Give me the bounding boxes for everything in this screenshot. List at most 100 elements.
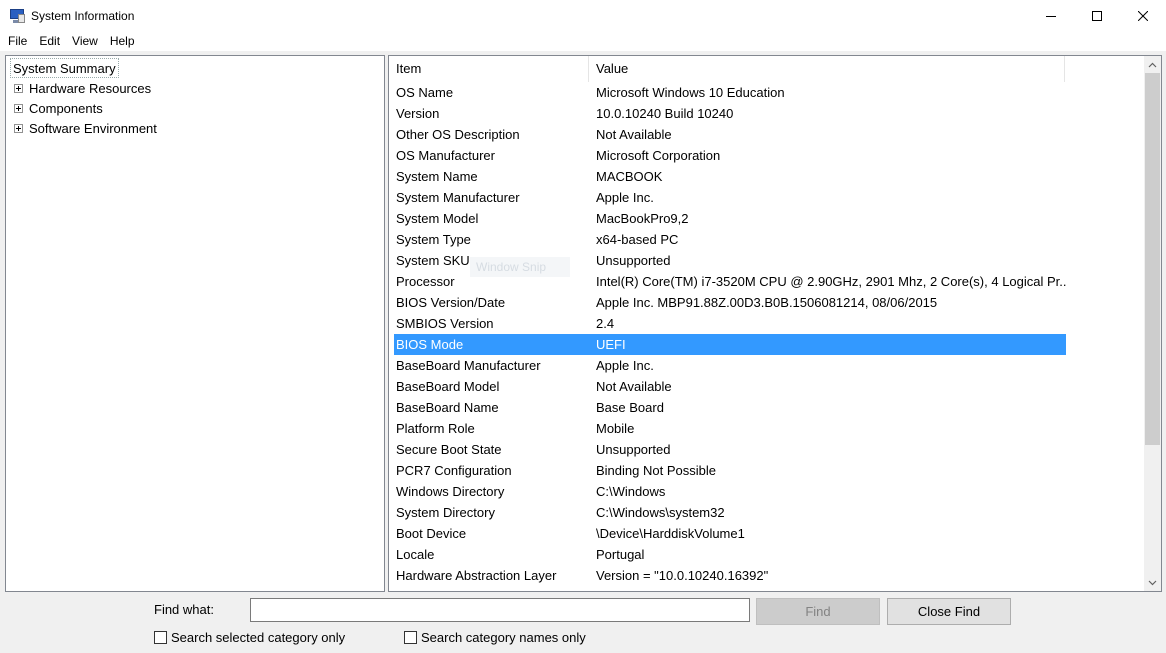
- table-row[interactable]: System Manufacturer Apple Inc.: [394, 187, 1066, 208]
- maximize-icon: [1092, 10, 1102, 21]
- close-icon: [1138, 10, 1148, 21]
- table-row[interactable]: System Model MacBookPro9,2: [394, 208, 1066, 229]
- category-tree: System Summary Hardware Resources Compon…: [5, 55, 385, 592]
- table-row[interactable]: Secure Boot State Unsupported: [394, 439, 1066, 460]
- row-value-cell: Binding Not Possible: [596, 463, 716, 478]
- minimize-button[interactable]: [1028, 0, 1074, 31]
- details-list: Item Value OS Name Microsoft Windows 10 E…: [388, 55, 1162, 592]
- menu-file[interactable]: File: [2, 31, 33, 51]
- table-row[interactable]: System Type x64-based PC: [394, 229, 1066, 250]
- tree-item-label: Components: [29, 100, 103, 116]
- row-item-cell: Hardware Abstraction Layer: [396, 568, 557, 583]
- row-value-cell: \Device\HarddiskVolume1: [596, 526, 745, 541]
- title-bar: System Information: [0, 0, 1166, 31]
- row-value-cell: Portugal: [596, 547, 645, 562]
- row-item-cell: BaseBoard Manufacturer: [396, 358, 541, 373]
- row-item-cell: Boot Device: [396, 526, 467, 541]
- table-row[interactable]: BIOS Mode UEFI: [394, 334, 1066, 355]
- chevron-down-icon: [1148, 580, 1157, 585]
- row-value-cell: Microsoft Corporation: [596, 148, 721, 163]
- row-value-cell: Microsoft Windows 10 Education: [596, 85, 785, 100]
- table-row[interactable]: Windows Directory C:\Windows: [394, 481, 1066, 502]
- expand-icon[interactable]: [14, 103, 23, 113]
- tree-item-label: System Summary: [13, 60, 116, 76]
- table-row[interactable]: BaseBoard Model Not Available: [394, 376, 1066, 397]
- scroll-thumb[interactable]: [1145, 73, 1160, 445]
- table-row[interactable]: BIOS Version/Date Apple Inc. MBP91.88Z.00…: [394, 292, 1066, 313]
- search-selected-category-checkbox[interactable]: Search selected category only: [154, 630, 345, 645]
- row-item-cell: System Manufacturer: [396, 190, 520, 205]
- find-what-input[interactable]: [250, 598, 750, 622]
- row-value-cell: 2.4: [596, 316, 615, 331]
- table-row[interactable]: BaseBoard Name Base Board: [394, 397, 1066, 418]
- row-item-cell: System Directory: [396, 505, 495, 520]
- row-value-cell: Mobile: [596, 421, 635, 436]
- window-controls: [1028, 0, 1166, 31]
- row-value-cell: Intel(R) Core(TM) i7-3520M CPU @ 2.90GHz…: [596, 274, 1066, 289]
- row-value-cell: Version = "10.0.10240.16392": [596, 568, 769, 583]
- table-row[interactable]: System Name MACBOOK: [394, 166, 1066, 187]
- find-button[interactable]: Find: [756, 598, 880, 625]
- row-item-cell: Secure Boot State: [396, 442, 502, 457]
- maximize-button[interactable]: [1074, 0, 1120, 31]
- row-item-cell: System Model: [396, 211, 479, 226]
- table-row[interactable]: PCR7 Configuration Binding Not Possible: [394, 460, 1066, 481]
- scroll-down-button[interactable]: [1144, 574, 1161, 591]
- row-value-cell: C:\Windows\system32: [596, 505, 725, 520]
- list-rows: OS Name Microsoft Windows 10 Education Ver…: [394, 82, 1066, 586]
- column-header-value[interactable]: Value: [589, 56, 1065, 82]
- table-row[interactable]: Other OS Description Not Available: [394, 124, 1066, 145]
- row-item-cell: Windows Directory: [396, 484, 505, 499]
- tree-item-system-summary[interactable]: System Summary: [10, 58, 119, 78]
- row-value-cell: Unsupported: [596, 442, 671, 457]
- row-value-cell: Unsupported: [596, 253, 671, 268]
- menu-bar: File Edit View Help: [0, 31, 1166, 51]
- row-item-cell: SMBIOS Version: [396, 316, 494, 331]
- row-value-cell: Apple Inc.: [596, 190, 654, 205]
- row-item-cell: System Name: [396, 169, 478, 184]
- find-bar: Find what: Find Close Find Search select…: [0, 592, 1166, 653]
- row-item-cell: BIOS Mode: [396, 337, 464, 352]
- checkbox-box[interactable]: [154, 631, 167, 644]
- table-row[interactable]: System Directory C:\Windows\system32: [394, 502, 1066, 523]
- tree-item-components[interactable]: Components: [14, 98, 103, 118]
- checkbox-label: Search category names only: [421, 630, 586, 645]
- table-row[interactable]: Locale Portugal: [394, 544, 1066, 565]
- table-row[interactable]: Boot Device \Device\HarddiskVolume1: [394, 523, 1066, 544]
- close-find-button[interactable]: Close Find: [887, 598, 1011, 625]
- row-item-cell: Version: [396, 106, 440, 121]
- table-row[interactable]: BaseBoard Manufacturer Apple Inc.: [394, 355, 1066, 376]
- column-header-item[interactable]: Item: [389, 56, 589, 82]
- chevron-up-icon: [1148, 62, 1157, 67]
- tree-item-hardware-resources[interactable]: Hardware Resources: [14, 78, 151, 98]
- table-row[interactable]: OS Manufacturer Microsoft Corporation: [394, 145, 1066, 166]
- row-item-cell: Locale: [396, 547, 435, 562]
- table-row[interactable]: SMBIOS Version 2.4: [394, 313, 1066, 334]
- table-row[interactable]: Hardware Abstraction Layer Version = "10.…: [394, 565, 1066, 586]
- menu-view[interactable]: View: [66, 31, 104, 51]
- expand-icon[interactable]: [14, 123, 23, 133]
- row-value-cell: MACBOOK: [596, 169, 663, 184]
- row-item-cell: System Type: [396, 232, 471, 247]
- expand-icon[interactable]: [14, 83, 23, 93]
- table-row[interactable]: OS Name Microsoft Windows 10 Education: [394, 82, 1066, 103]
- window-snip-ghost: Window Snip: [470, 257, 570, 277]
- table-row[interactable]: Version 10.0.10240 Build 10240: [394, 103, 1066, 124]
- menu-help[interactable]: Help: [104, 31, 141, 51]
- row-value-cell: Base Board: [596, 400, 664, 415]
- tree-item-software-environment[interactable]: Software Environment: [14, 118, 157, 138]
- find-what-label: Find what:: [154, 602, 214, 617]
- vertical-scrollbar[interactable]: [1144, 56, 1161, 591]
- row-value-cell: Not Available: [596, 127, 672, 142]
- checkbox-box[interactable]: [404, 631, 417, 644]
- tree-item-label: Hardware Resources: [29, 80, 152, 96]
- row-item-cell: PCR7 Configuration: [396, 463, 512, 478]
- row-item-cell: OS Name: [396, 85, 454, 100]
- scroll-up-button[interactable]: [1144, 56, 1161, 73]
- search-category-names-checkbox[interactable]: Search category names only: [404, 630, 586, 645]
- close-button[interactable]: [1120, 0, 1166, 31]
- list-header: Item Value: [389, 56, 1066, 82]
- table-row[interactable]: Platform Role Mobile: [394, 418, 1066, 439]
- menu-edit[interactable]: Edit: [33, 31, 66, 51]
- row-value-cell: C:\Windows: [596, 484, 666, 499]
